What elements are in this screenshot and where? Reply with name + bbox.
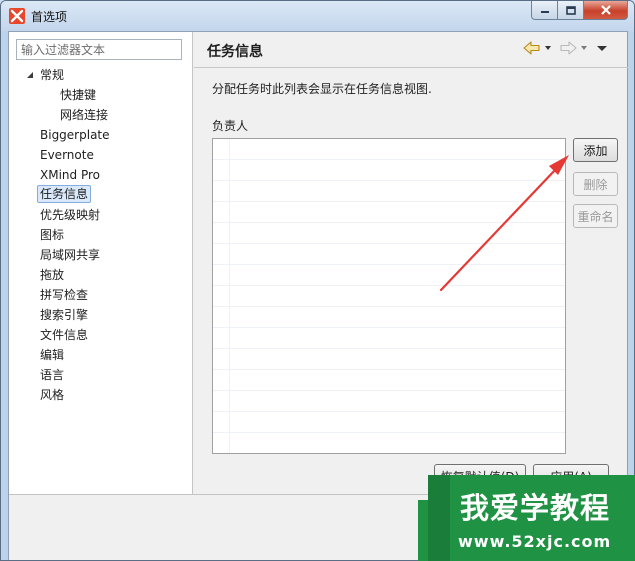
page-description: 分配任务时此列表会显示在任务信息视图. xyxy=(212,82,432,96)
list-row[interactable] xyxy=(213,370,565,391)
window-controls xyxy=(531,1,628,20)
list-row[interactable] xyxy=(213,244,565,265)
delete-button[interactable]: 删除 xyxy=(573,172,618,196)
tree-item-evernote[interactable]: Evernote xyxy=(40,146,94,164)
list-row[interactable] xyxy=(213,391,565,412)
owner-list[interactable] xyxy=(212,138,566,454)
filter-input[interactable] xyxy=(16,39,182,60)
tree-item-language[interactable]: 语言 xyxy=(40,366,64,384)
tree-item-search-engine[interactable]: 搜索引擎 xyxy=(40,306,88,324)
maximize-button[interactable] xyxy=(558,1,584,20)
list-row[interactable] xyxy=(213,223,565,244)
list-row[interactable] xyxy=(213,139,565,160)
watermark-edge xyxy=(418,500,428,561)
view-menu-icon[interactable] xyxy=(595,41,609,55)
list-row[interactable] xyxy=(213,349,565,370)
back-arrow-icon[interactable] xyxy=(523,41,541,55)
preference-tree-pane: 常规 快捷键 网络连接 Biggerplate Evernote XMind P… xyxy=(9,32,193,494)
title-bar[interactable]: 首选项 xyxy=(1,1,634,31)
page-navigation xyxy=(523,41,609,55)
watermark-title: 我爱学教程 xyxy=(460,491,611,525)
tree-item-spell-check[interactable]: 拼写检查 xyxy=(40,286,88,304)
list-row[interactable] xyxy=(213,328,565,349)
close-icon xyxy=(600,5,611,15)
watermark-stripe xyxy=(428,475,450,561)
tree-item-shortcuts[interactable]: 快捷键 xyxy=(60,86,96,104)
xmind-app-icon xyxy=(9,8,25,24)
tree-item-task-info[interactable]: 任务信息 xyxy=(37,185,92,203)
minimize-icon xyxy=(540,11,549,13)
watermark-url: www.52xjc.com xyxy=(458,532,612,551)
minimize-button[interactable] xyxy=(531,1,558,20)
tree-item-lan-share[interactable]: 局域网共享 xyxy=(40,246,100,264)
maximize-icon xyxy=(565,5,576,15)
list-row[interactable] xyxy=(213,202,565,223)
list-gutter xyxy=(229,139,230,453)
tree-item-drag-drop[interactable]: 拖放 xyxy=(40,266,64,284)
watermark-logo: 我爱学教程 www.52xjc.com xyxy=(428,475,635,561)
forward-dropdown-icon[interactable] xyxy=(579,41,589,55)
owner-list-label: 负责人 xyxy=(212,119,249,133)
tree-item-priority-mapping[interactable]: 优先级映射 xyxy=(40,206,100,224)
tree-item-style[interactable]: 风格 xyxy=(40,386,64,404)
window-title: 首选项 xyxy=(31,10,68,24)
list-row[interactable] xyxy=(213,307,565,328)
list-row[interactable] xyxy=(213,265,565,286)
list-row[interactable] xyxy=(213,433,565,453)
tree-item-network[interactable]: 网络连接 xyxy=(60,106,108,124)
tree-item-biggerplate[interactable]: Biggerplate xyxy=(40,126,110,144)
back-dropdown-icon[interactable] xyxy=(543,41,553,55)
close-button[interactable] xyxy=(584,1,628,20)
tree-item-xmind-pro[interactable]: XMind Pro xyxy=(40,166,100,184)
add-button[interactable]: 添加 xyxy=(573,138,618,162)
list-row[interactable] xyxy=(213,181,565,202)
list-row[interactable] xyxy=(213,286,565,307)
list-row[interactable] xyxy=(213,160,565,181)
forward-arrow-icon[interactable] xyxy=(559,41,577,55)
rename-button[interactable]: 重命名 xyxy=(573,204,618,228)
expand-triangle-icon[interactable] xyxy=(26,71,34,79)
header-separator xyxy=(194,67,628,68)
page-title: 任务信息 xyxy=(207,44,263,60)
tree-item-icons[interactable]: 图标 xyxy=(40,226,64,244)
tree-item-file-info[interactable]: 文件信息 xyxy=(40,326,88,344)
tree-item-general[interactable]: 常规 xyxy=(40,66,64,84)
list-row[interactable] xyxy=(213,412,565,433)
tree-item-edit[interactable]: 编辑 xyxy=(40,346,64,364)
